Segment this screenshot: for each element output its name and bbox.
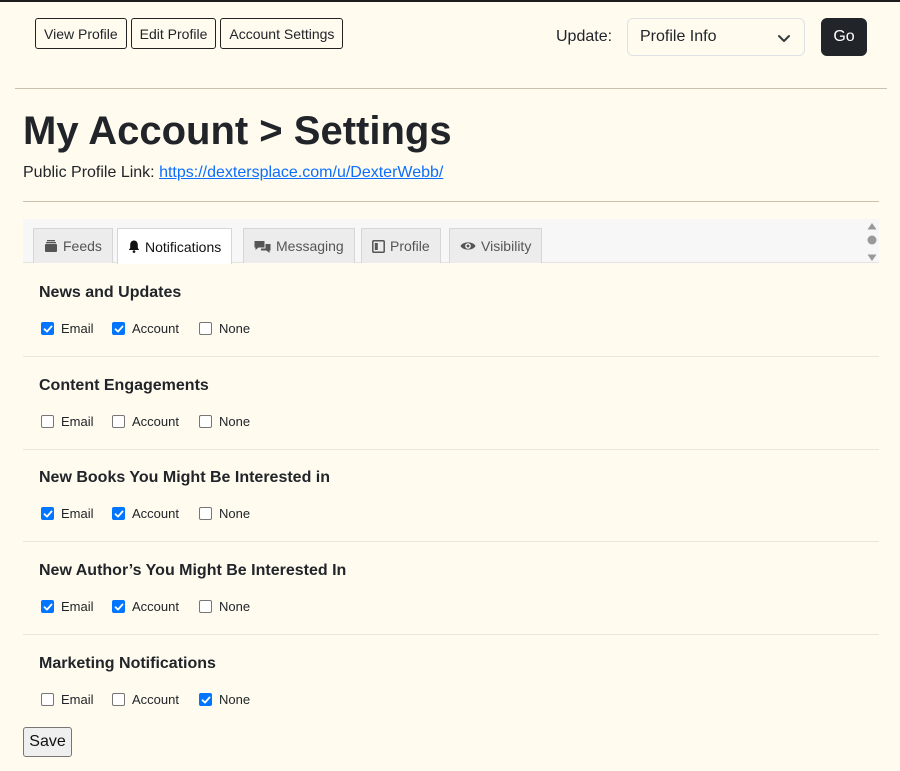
- title-divider: [23, 201, 879, 202]
- account-label: Account: [132, 692, 179, 707]
- checkbox-box[interactable]: [112, 322, 125, 335]
- notification-section: News and Updates Email Account None: [23, 284, 879, 357]
- none-label: None: [219, 506, 251, 521]
- checkbox-box[interactable]: [41, 507, 54, 520]
- go-button[interactable]: Go: [821, 18, 867, 56]
- notification-section: New Books You Might Be Interested in Ema…: [23, 469, 879, 542]
- option-row: Email Account None: [41, 692, 250, 707]
- view-profile-button[interactable]: View Profile: [35, 18, 127, 49]
- update-select[interactable]: Profile Info: [627, 18, 805, 56]
- page-title: My Account > Settings: [23, 109, 452, 153]
- tab-feeds-label: Feeds: [63, 238, 102, 254]
- edit-profile-button[interactable]: Edit Profile: [130, 18, 217, 49]
- tab-visibility[interactable]: Visibility: [449, 228, 543, 263]
- tab-messaging-label: Messaging: [276, 238, 344, 254]
- checkbox-box[interactable]: [199, 600, 212, 613]
- checkbox-box[interactable]: [199, 415, 212, 428]
- email-checkbox[interactable]: Email: [41, 599, 112, 614]
- bell-icon: [128, 240, 140, 253]
- notification-section: Content Engagements Email Account None: [23, 377, 879, 450]
- tab-feeds[interactable]: Feeds: [33, 228, 113, 263]
- tab-visibility-label: Visibility: [481, 238, 532, 254]
- save-button[interactable]: Save: [23, 727, 72, 757]
- none-label: None: [219, 692, 251, 707]
- section-title: New Author’s You Might Be Interested In: [39, 562, 347, 579]
- email-checkbox[interactable]: Email: [41, 321, 112, 336]
- none-checkbox[interactable]: None: [199, 321, 250, 336]
- none-checkbox[interactable]: None: [199, 506, 250, 521]
- checkbox-box[interactable]: [112, 415, 125, 428]
- profile-card-icon: [372, 239, 385, 253]
- checkbox-box[interactable]: [199, 693, 212, 706]
- account-checkbox[interactable]: Account: [112, 414, 199, 429]
- none-label: None: [219, 321, 251, 336]
- profile-link-label: Public Profile Link:: [23, 164, 155, 181]
- checkbox-box[interactable]: [41, 600, 54, 613]
- email-checkbox[interactable]: Email: [41, 692, 112, 707]
- email-label: Email: [61, 599, 94, 614]
- account-checkbox[interactable]: Account: [112, 321, 199, 336]
- tab-notifications-label: Notifications: [145, 238, 222, 255]
- checkbox-box[interactable]: [112, 507, 125, 520]
- option-row: Email Account None: [41, 321, 250, 336]
- account-label: Account: [132, 321, 179, 336]
- email-label: Email: [61, 321, 94, 336]
- none-label: None: [219, 414, 251, 429]
- eye-icon: [460, 242, 476, 250]
- checkbox-box[interactable]: [112, 600, 125, 613]
- account-checkbox[interactable]: Account: [112, 506, 199, 521]
- account-label: Account: [132, 506, 179, 521]
- checkbox-box[interactable]: [199, 507, 212, 520]
- top-strip: [0, 0, 900, 2]
- update-select-value: Profile Info: [640, 28, 717, 45]
- tabs-bar: Feeds Notifications Messaging Profile Vi…: [23, 219, 879, 264]
- email-checkbox[interactable]: Email: [41, 414, 112, 429]
- section-title: News and Updates: [39, 284, 182, 301]
- top-nav: View Profile Edit Profile Account Settin…: [35, 18, 344, 49]
- chevron-down-icon: [778, 35, 790, 42]
- tab-messaging[interactable]: Messaging: [243, 228, 355, 263]
- tab-profile[interactable]: Profile: [361, 228, 441, 263]
- section-title: Marketing Notifications: [39, 655, 216, 672]
- email-label: Email: [61, 692, 94, 707]
- chat-bubbles-icon: [254, 240, 271, 253]
- tabs-scroll-control[interactable]: [866, 222, 878, 262]
- none-checkbox[interactable]: None: [199, 414, 250, 429]
- none-label: None: [219, 599, 251, 614]
- option-row: Email Account None: [41, 506, 250, 521]
- none-checkbox[interactable]: None: [199, 692, 250, 707]
- checkbox-box[interactable]: [41, 322, 54, 335]
- tab-notifications[interactable]: Notifications: [117, 228, 233, 264]
- feeds-icon: [45, 239, 57, 252]
- tab-profile-label: Profile: [390, 238, 430, 254]
- notification-section: Marketing Notifications Email Account No…: [23, 655, 879, 717]
- notification-section: New Author’s You Might Be Interested In …: [23, 562, 879, 635]
- section-title: Content Engagements: [39, 377, 209, 394]
- checkbox-box[interactable]: [41, 693, 54, 706]
- email-label: Email: [61, 414, 94, 429]
- profile-link[interactable]: https://dextersplace.com/u/DexterWebb/: [159, 164, 443, 181]
- update-label: Update:: [556, 28, 613, 45]
- none-checkbox[interactable]: None: [199, 599, 250, 614]
- account-checkbox[interactable]: Account: [112, 692, 199, 707]
- email-label: Email: [61, 506, 94, 521]
- account-label: Account: [132, 599, 179, 614]
- account-checkbox[interactable]: Account: [112, 599, 199, 614]
- checkbox-box[interactable]: [112, 693, 125, 706]
- option-row: Email Account None: [41, 414, 250, 429]
- checkbox-box[interactable]: [199, 322, 212, 335]
- checkbox-box[interactable]: [41, 415, 54, 428]
- header-divider: [15, 88, 887, 89]
- account-label: Account: [132, 414, 179, 429]
- profile-link-row: Public Profile Link: https://dextersplac…: [23, 164, 443, 182]
- option-row: Email Account None: [41, 599, 250, 614]
- email-checkbox[interactable]: Email: [41, 506, 112, 521]
- section-title: New Books You Might Be Interested in: [39, 469, 330, 486]
- account-settings-button[interactable]: Account Settings: [220, 18, 344, 49]
